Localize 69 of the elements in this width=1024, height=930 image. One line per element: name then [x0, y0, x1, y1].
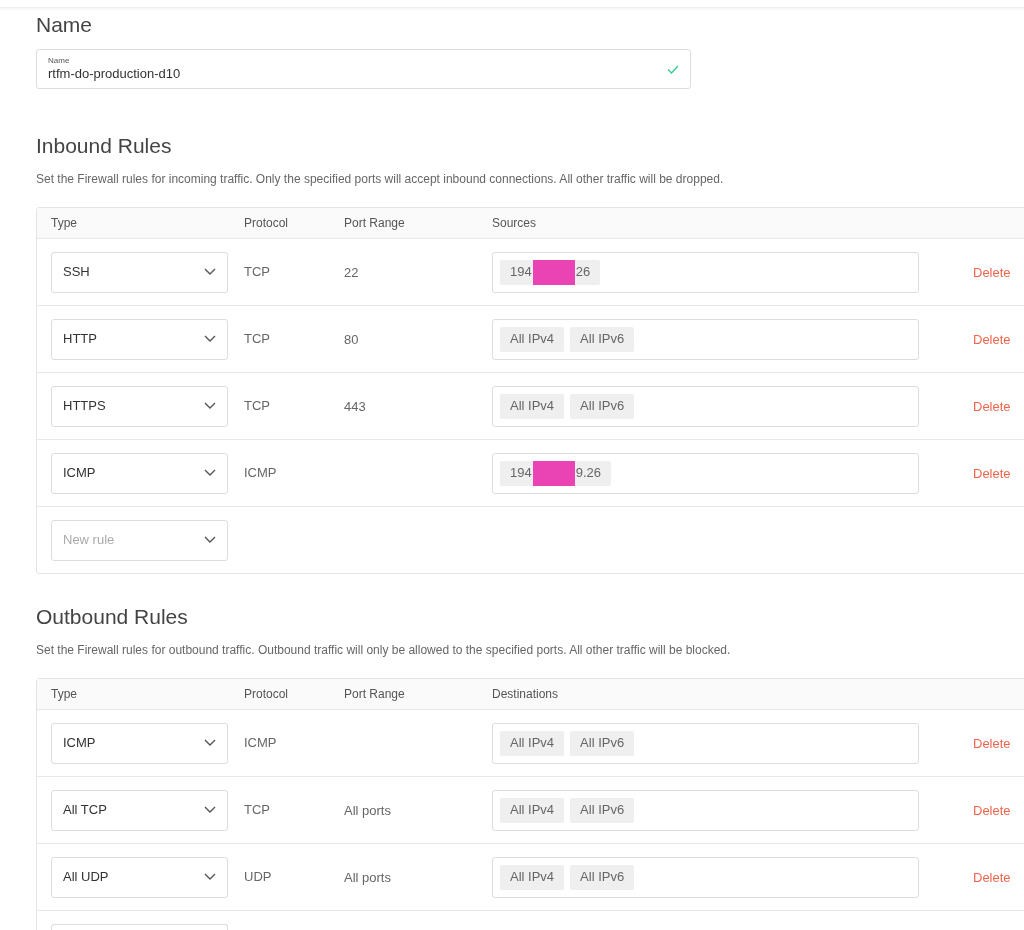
port-range-text: All ports: [344, 870, 391, 885]
sources-field[interactable]: All IPv4 All IPv6: [492, 722, 919, 764]
column-header: Type: [51, 215, 78, 232]
protocol-text: TCP: [244, 397, 271, 416]
sources-field[interactable]: All IPv4 All IPv6: [492, 789, 919, 831]
source-tag[interactable]: All IPv4: [500, 326, 565, 352]
chevron-down-icon: [204, 469, 216, 477]
column-header: Port Range: [344, 215, 406, 232]
port-range-text: 22: [344, 265, 359, 280]
section-heading: Outbound Rules: [36, 606, 189, 627]
type-select[interactable]: ICMP: [51, 722, 228, 764]
column-header: Sources: [492, 215, 538, 232]
section-heading: Inbound Rules: [36, 135, 173, 156]
source-tag[interactable]: All IPv4: [500, 864, 565, 890]
name-field[interactable]: Name rtfm-do-production-d10: [36, 49, 691, 89]
port-range-text: 80: [344, 332, 359, 347]
chevron-down-icon: [204, 806, 216, 814]
type-select[interactable]: SSH: [51, 251, 228, 293]
section-description: Set the Firewall rules for outbound traffic. Outbound traffic will only be allowed to the specified ports. All other traffic will be blocked.: [36, 642, 732, 659]
type-select[interactable]: HTTP: [51, 318, 228, 360]
source-tag[interactable]: All IPv6: [570, 730, 635, 756]
sources-field[interactable]: 194 9.26: [492, 452, 919, 494]
source-tag[interactable]: 194 26: [500, 259, 601, 285]
protocol-text: TCP: [244, 801, 271, 820]
column-header: Protocol: [244, 215, 290, 232]
source-tag[interactable]: All IPv4: [500, 393, 565, 419]
chevron-down-icon: [204, 739, 216, 747]
sources-field[interactable]: All IPv4 All IPv6: [492, 318, 919, 360]
source-tag[interactable]: All IPv6: [570, 864, 635, 890]
column-header: Protocol: [244, 686, 290, 703]
delete-link[interactable]: Delete: [973, 265, 1011, 280]
source-tag[interactable]: All IPv4: [500, 730, 565, 756]
type-select[interactable]: ICMP: [51, 452, 228, 494]
protocol-text: TCP: [244, 330, 271, 349]
chevron-down-icon: [204, 268, 216, 276]
type-select[interactable]: All TCP: [51, 789, 228, 831]
source-tag[interactable]: All IPv4: [500, 797, 565, 823]
type-select[interactable]: HTTPS: [51, 385, 228, 427]
protocol-text: UDP: [244, 868, 273, 887]
section-description: Set the Firewall rules for incoming traffic. Only the specified ports will accept inbound connections. All other traffic will be dropped.: [36, 171, 725, 188]
source-tag[interactable]: All IPv6: [570, 326, 635, 352]
protocol-text: ICMP: [244, 464, 278, 483]
section-heading: Name: [36, 14, 94, 35]
chevron-down-icon: [204, 873, 216, 881]
sources-field[interactable]: All IPv4 All IPv6: [492, 385, 919, 427]
source-tag[interactable]: 194 9.26: [500, 460, 611, 486]
column-header: Port Range: [344, 686, 406, 703]
port-range-text: All ports: [344, 803, 391, 818]
protocol-text: ICMP: [244, 734, 278, 753]
sources-field[interactable]: All IPv4 All IPv6: [492, 856, 919, 898]
delete-link[interactable]: Delete: [973, 870, 1011, 885]
column-header: Type: [51, 686, 78, 703]
chevron-down-icon: [204, 335, 216, 343]
column-header: Destinations: [492, 686, 560, 703]
sources-field[interactable]: 194 26: [492, 251, 919, 293]
field-label: Name: [48, 56, 71, 66]
delete-link[interactable]: Delete: [973, 736, 1011, 751]
port-range-text: 443: [344, 399, 366, 414]
delete-link[interactable]: Delete: [973, 803, 1011, 818]
delete-link[interactable]: Delete: [973, 466, 1011, 481]
chevron-down-icon: [204, 402, 216, 410]
delete-link[interactable]: Delete: [973, 332, 1011, 347]
source-tag[interactable]: All IPv6: [570, 797, 635, 823]
source-tag[interactable]: All IPv6: [570, 393, 635, 419]
protocol-text: TCP: [244, 263, 271, 282]
chevron-down-icon: [204, 536, 216, 544]
delete-link[interactable]: Delete: [973, 399, 1011, 414]
field-value: rtfm-do-production-d10: [48, 66, 181, 82]
type-select[interactable]: All UDP: [51, 856, 228, 898]
